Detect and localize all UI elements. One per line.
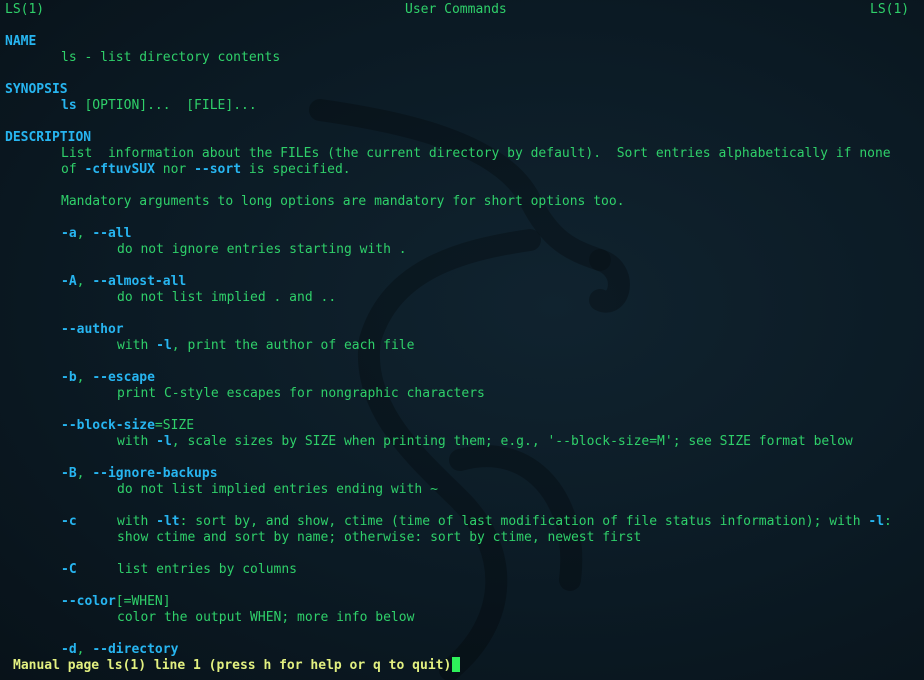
option-short: -b: [61, 370, 77, 385]
text-fragment: with: [117, 434, 157, 449]
option-long: --almost-all: [92, 274, 187, 289]
option-long: --escape: [92, 370, 155, 385]
option-short: -a: [61, 226, 77, 241]
option-short: -B: [61, 466, 77, 481]
option-arg: =SIZE: [154, 418, 195, 433]
option-d: -d, --directory: [61, 642, 179, 657]
option-short: -d: [61, 642, 77, 657]
option-B-desc: do not list implied entries ending with …: [117, 482, 438, 497]
text-fragment: : sort by, and show, ctime (time of last…: [179, 514, 869, 529]
description-line-1: List information about the FILEs (the cu…: [61, 146, 891, 161]
option-a: -a, --all: [61, 226, 132, 241]
option-B: -B, --ignore-backups: [61, 466, 218, 481]
synopsis-line: ls [OPTION]... [FILE]...: [61, 98, 257, 114]
header-right: LS(1): [870, 2, 910, 17]
option-color-desc: color the output WHEN; more info below: [117, 610, 415, 625]
option-long: --block-size: [61, 418, 155, 433]
option-block-size-desc: with -l, scale sizes by SIZE when printi…: [117, 434, 853, 450]
text-fragment: with: [117, 514, 157, 529]
option-arg: [=WHEN]: [115, 594, 171, 609]
option-A: -A, --almost-all: [61, 274, 187, 289]
option-c-desc-2: show ctime and sort by name; otherwise: …: [117, 530, 642, 545]
option-long: --author: [61, 322, 124, 337]
text-fragment: nor: [154, 162, 195, 177]
option-author-desc: with -l, print the author of each file: [117, 338, 414, 354]
text-fragment: is specified.: [241, 162, 351, 177]
option-ref: -l: [868, 514, 885, 529]
option-short: -A: [61, 274, 77, 289]
mandatory-note: Mandatory arguments to long options are …: [61, 194, 625, 209]
synopsis-command: ls: [61, 98, 77, 113]
option-long: --color: [61, 594, 116, 609]
text-fragment: of: [61, 162, 85, 177]
man-page-viewer[interactable]: LS(1) User Commands LS(1) NAME ls - list…: [0, 0, 924, 680]
status-text: Manual page ls(1) line 1 (press h for he…: [13, 658, 452, 673]
option-short: -C: [61, 562, 77, 577]
option-long: --directory: [92, 642, 179, 657]
text-fragment: , scale sizes by SIZE when printing them…: [171, 434, 853, 449]
option-c-short: -c: [61, 514, 77, 530]
option-ref: -cftuvSUX: [84, 162, 155, 177]
pager-status-line: Manual page ls(1) line 1 (press h for he…: [13, 657, 461, 673]
option-b: -b, --escape: [61, 370, 155, 385]
option-long: --all: [92, 226, 132, 241]
header-left: LS(1): [5, 2, 45, 17]
section-heading-description: DESCRIPTION: [5, 130, 92, 145]
text-fragment: :: [884, 514, 892, 529]
terminal-cursor[interactable]: [452, 657, 461, 672]
text-fragment: with: [117, 338, 157, 353]
option-C-desc: list entries by columns: [117, 562, 298, 577]
option-block-size: --block-size=SIZE: [61, 418, 194, 434]
option-ref: --sort: [194, 162, 242, 177]
option-author: --author: [61, 322, 124, 338]
option-C-short: -C: [61, 562, 77, 578]
option-ref: -l: [156, 338, 172, 353]
section-heading-synopsis: SYNOPSIS: [5, 82, 68, 97]
synopsis-args: [OPTION]... [FILE]...: [84, 98, 257, 113]
text-fragment: , print the author of each file: [171, 338, 415, 353]
option-long: --ignore-backups: [92, 466, 218, 481]
option-c-desc-1: with -lt: sort by, and show, ctime (time…: [117, 514, 892, 530]
option-ref: -l: [156, 434, 172, 449]
option-color: --color[=WHEN]: [61, 594, 171, 610]
name-text: ls - list directory contents: [61, 50, 281, 65]
section-heading-name: NAME: [5, 34, 37, 49]
option-ref: -lt: [156, 514, 180, 529]
option-b-desc: print C-style escapes for nongraphic cha…: [117, 386, 485, 401]
description-line-2: of -cftuvSUX nor --sort is specified.: [61, 162, 351, 178]
option-A-desc: do not list implied . and ..: [117, 290, 337, 305]
header-center: User Commands: [405, 2, 507, 17]
option-short: -c: [61, 514, 77, 529]
option-a-desc: do not ignore entries starting with .: [117, 242, 407, 257]
